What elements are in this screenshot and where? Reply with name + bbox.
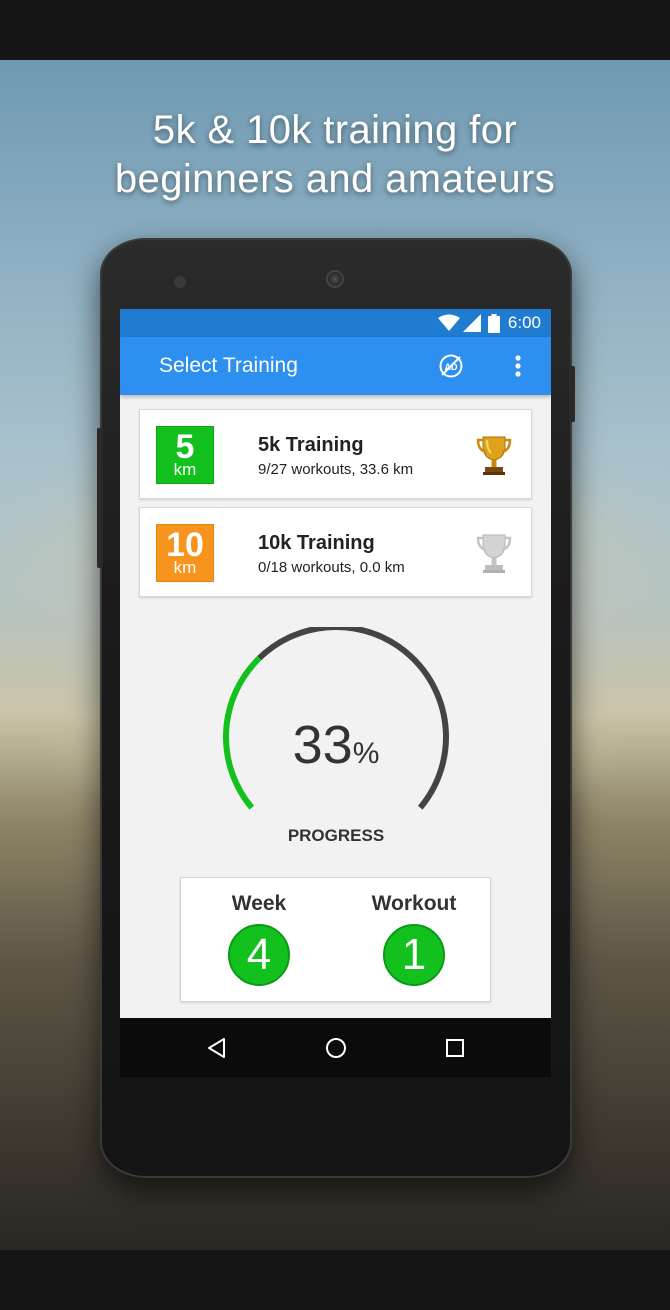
workout-value: 1	[383, 924, 445, 986]
top-letterbox	[0, 0, 670, 60]
status-bar: 6:00	[120, 309, 551, 337]
week-label: Week	[231, 892, 287, 915]
training-name: 10k Training	[258, 532, 375, 554]
app-screen: 6:00 Select Training AD 5 km 5k Training…	[120, 309, 551, 1077]
progress-label: PROGRESS	[287, 826, 385, 845]
distance-badge: 10 km	[156, 524, 214, 582]
training-stats: 0/18 workouts, 0.0 km	[258, 559, 405, 576]
current-position-panel: Week 4 Workout 1	[180, 877, 491, 1002]
clock: 6:00	[507, 313, 541, 332]
wifi-icon	[438, 314, 460, 331]
progress-unit: %	[352, 737, 380, 770]
system-nav-bar	[120, 1018, 551, 1077]
bottom-letterbox	[0, 1250, 670, 1310]
training-name: 5k Training	[258, 434, 364, 456]
workout-counter: Workout 1	[336, 878, 492, 1003]
volume-button	[97, 428, 103, 568]
home-icon[interactable]	[323, 1035, 349, 1061]
distance-badge: 5 km	[156, 426, 214, 484]
svg-text:AD: AD	[445, 362, 458, 372]
battery-icon	[488, 314, 500, 333]
training-stats: 9/27 workouts, 33.6 km	[258, 461, 414, 478]
cell-signal-icon	[463, 314, 481, 332]
promo-headline-line2: beginners and amateurs	[114, 157, 556, 201]
badge-unit: km	[173, 460, 197, 479]
app-bar: Select Training AD	[120, 337, 551, 395]
front-camera	[326, 270, 344, 288]
promo-headline: 5k & 10k training for beginners and amat…	[0, 106, 670, 204]
week-counter: Week 4	[181, 878, 337, 1003]
progress-number: 33	[292, 715, 353, 775]
training-card-5k[interactable]: 5 km 5k Training 9/27 workouts, 33.6 km	[139, 409, 532, 499]
trophy-silver-icon	[476, 534, 512, 573]
progress-value: 33%	[218, 714, 454, 776]
power-button	[569, 366, 575, 422]
promo-headline-line1: 5k & 10k training for	[152, 108, 518, 152]
remove-ads-icon[interactable]: AD	[438, 353, 464, 379]
proximity-sensor	[174, 276, 186, 288]
week-value: 4	[228, 924, 290, 986]
workout-label: Workout	[371, 892, 457, 915]
recents-icon[interactable]	[442, 1035, 468, 1061]
more-options-icon[interactable]	[508, 353, 528, 379]
trophy-gold-icon	[476, 436, 512, 475]
page-title: Select Training	[159, 354, 298, 377]
back-icon[interactable]	[204, 1035, 230, 1061]
training-card-10k[interactable]: 10 km 10k Training 0/18 workouts, 0.0 km	[139, 507, 532, 597]
